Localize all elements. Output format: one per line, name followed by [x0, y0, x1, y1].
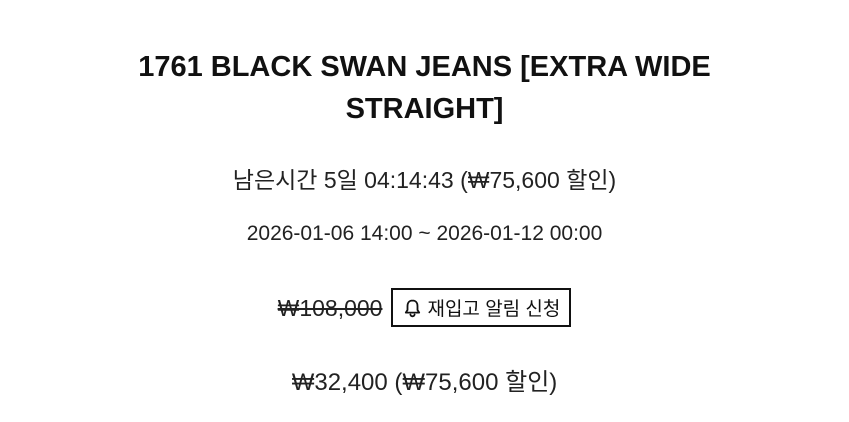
sale-period: 2026-01-06 14:00 ~ 2026-01-12 00:00: [246, 222, 603, 245]
original-price: ₩108,000: [277, 294, 383, 321]
sale-countdown: 남은시간 5일 04:14:43 (₩75,600 할인): [232, 167, 617, 193]
restock-alert-button[interactable]: 재입고 알림 신청: [391, 288, 572, 327]
bell-icon: [403, 298, 422, 318]
product-title: 1761 BLACK SWAN JEANS [EXTRA WIDE STRAIG…: [138, 51, 711, 125]
product-info: 1761 BLACK SWAN JEANS [EXTRA WIDE STRAIG…: [0, 0, 849, 422]
restock-alert-label: 재입고 알림 신청: [427, 299, 561, 320]
sale-price: ₩32,400 (₩75,600 할인): [291, 369, 558, 396]
price-row: ₩108,000 재입고 알림 신청: [0, 286, 849, 329]
